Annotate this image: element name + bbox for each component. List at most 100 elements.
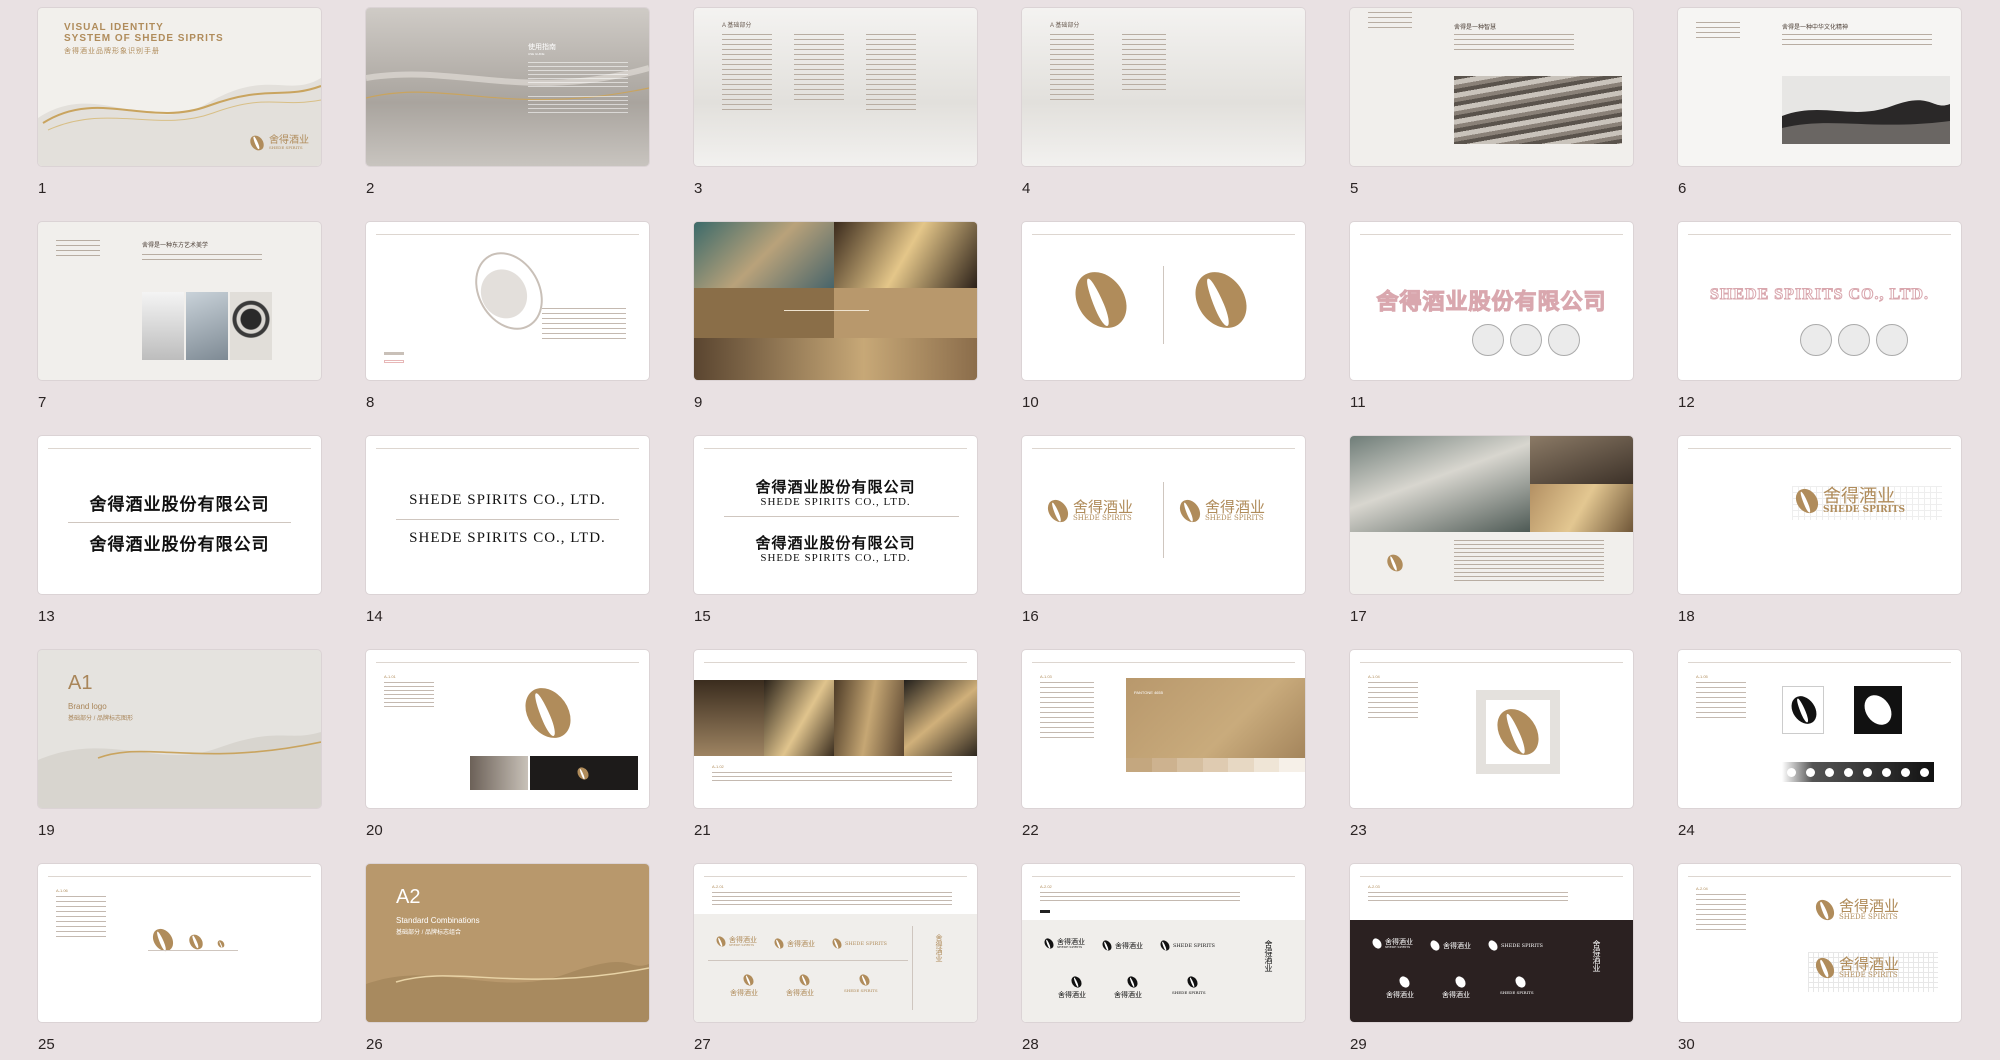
slide-thumbnail[interactable]: A-2.01 舍得酒业 SHEDE SPIRITS 舍得酒业 SHEDE SPIR… (694, 864, 977, 1053)
slide-logo-color: A-1.03 PANTONE 4655 (1022, 650, 1305, 808)
cover-title-cn: 舍得酒业品牌形象识别手册 (64, 48, 160, 55)
slide-thumbnail[interactable]: A-2.04 舍得酒业 SHEDE SPIRITS 舍得酒业 SHEDE SPIRI… (1678, 864, 1961, 1053)
slide-thumbnail[interactable]: 舍得是一种东方艺术美学 7 (38, 222, 321, 411)
slide-thumbnail[interactable]: SHEDE SPIRITS CO., LTD. SHEDE SPIRITS CO… (366, 436, 649, 625)
text-block (542, 308, 626, 340)
slide-thumbnail[interactable]: 舍得是一种中华文化精神 6 (1678, 8, 1961, 197)
slide-thumbnail[interactable]: 舍得酒业 SHEDE SPIRITS 舍得酒业 SHEDE SPIRITS 16 (1022, 436, 1305, 625)
clearspace-box (1476, 690, 1560, 774)
slide-heading: A 基础部分 (722, 23, 752, 29)
slide-cn-en-name: 舍得酒业股份有限公司 SHEDE SPIRITS CO., LTD. 舍得酒业股… (694, 436, 977, 594)
stroke-detail-icon (1472, 324, 1504, 356)
slide-contents: A 基础部分 (1022, 8, 1305, 166)
slide-thumbnail[interactable]: 17 (1350, 436, 1633, 625)
slide-number: 21 (694, 822, 711, 839)
slide-thumbnail[interactable]: A-1.05 24 (1678, 650, 1961, 839)
slide-combination-grid: A-2.04 舍得酒业 SHEDE SPIRITS 舍得酒业 SHEDE SPIRI… (1678, 864, 1961, 1022)
slide-logo-concept (366, 222, 649, 380)
slide-thumbnail[interactable]: A2 Standard Combinations 基础部分 / 品牌标志组合 2… (366, 864, 649, 1053)
slide-thumbnail[interactable]: A-2.03 舍得酒业 SHEDE SPIRITS 舍得酒业 SHEDE SPIR… (1350, 864, 1633, 1053)
bean-logo-black-icon (1786, 691, 1822, 729)
slide-section-a1: A1 Brand logo 基础部分 / 品牌标志图形 (38, 650, 321, 808)
slide-thumbnail[interactable]: 舍得是一种智慧 5 (1350, 8, 1633, 197)
brand-logo: 舍得酒业 (1428, 938, 1471, 953)
slide-thumbnail[interactable]: 10 (1022, 222, 1305, 411)
slide-thumbnail[interactable]: 舍得酒业股份有限公司 舍得酒业股份有限公司 13 (38, 436, 321, 625)
slide-number: 1 (38, 180, 47, 197)
slide-thumbnail[interactable]: 使用指南 USE GUIDE 2 (366, 8, 649, 197)
bean-logo-icon (1384, 551, 1406, 575)
slide-number: 5 (1350, 180, 1359, 197)
slide-number: 15 (694, 608, 711, 625)
brand-logo: 舍得酒业 SHEDE SPIRITS (1791, 484, 1905, 518)
text-block (1782, 34, 1932, 46)
slide-contents: A 基础部分 (694, 8, 977, 166)
slide-thumbnail[interactable]: A1 Brand logo 基础部分 / 品牌标志图形 19 (38, 650, 321, 839)
page-code: A-1.04 (1368, 674, 1380, 679)
page-code: A-1.03 (1040, 674, 1052, 679)
slide-number: 18 (1678, 608, 1695, 625)
bean-logo-icon (1184, 262, 1258, 338)
slide-number: 10 (1022, 394, 1039, 411)
slide-thumbnail[interactable]: VISUAL IDENTITY SYSTEM OF SHEDE SIPRITS … (38, 8, 321, 197)
slide-heading: A 基础部分 (1050, 23, 1080, 29)
photo-image (694, 338, 977, 380)
stroke-detail-icon (1548, 324, 1580, 356)
vertical-logo: 舍得酒业 (935, 934, 943, 962)
photo-image (1454, 76, 1622, 144)
text-block (528, 62, 628, 90)
section-title-en: Standard Combinations (396, 916, 480, 925)
photo-image (230, 292, 272, 360)
brand-logo: 舍得酒业 SHEDE SPIRITS (1042, 936, 1085, 951)
slide-number: 4 (1022, 180, 1031, 197)
brand-logo: SHEDE SPIRITS (830, 936, 887, 951)
slide-thumbnail[interactable]: A-1.03 PANTONE 4655 22 (1022, 650, 1305, 839)
page-code: A-2.02 (1040, 884, 1052, 889)
section-code: A1 (68, 672, 93, 694)
slide-thumbnail[interactable]: 舍得酒业 SHEDE SPIRITS 18 (1678, 436, 1961, 625)
slide-thumbnail[interactable]: A-1.04 23 (1350, 650, 1633, 839)
slide-heading: 舍得是一种智慧 (1454, 25, 1497, 31)
slide-combinations-color: A-2.01 舍得酒业 SHEDE SPIRITS 舍得酒业 SHEDE SPIR… (694, 864, 977, 1022)
slide-thumbnail[interactable]: A 基础部分 3 (694, 8, 977, 197)
slide-number: 11 (1350, 394, 1366, 411)
slide-number: 22 (1022, 822, 1039, 839)
slide-aesthetics: 舍得是一种东方艺术美学 (38, 222, 321, 380)
slide-number: 16 (1022, 608, 1039, 625)
slide-thumbnail[interactable]: SHEDE SPIRITS CO., LTD. 12 (1678, 222, 1961, 411)
brand-logo: SHEDE SPIRITS (1158, 938, 1215, 953)
section-title-cn: 基础部分 / 品牌标志组合 (396, 930, 462, 936)
slide-logo-lockup: 舍得酒业 SHEDE SPIRITS 舍得酒业 SHEDE SPIRITS (1022, 436, 1305, 594)
slide-thumbnail[interactable]: A-1.06 25 (38, 864, 321, 1053)
slide-thumbnail[interactable]: A-2.02 舍得酒业 SHEDE SPIRITS 舍得酒业 SHEDE SPIR… (1022, 864, 1305, 1053)
page-code: A-2.01 (712, 884, 724, 889)
cover-title-en-2: SYSTEM OF SHEDE SIPRITS (64, 33, 224, 44)
cn-company-name-outline: 舍得酒业股份有限公司 (1376, 289, 1607, 316)
bean-logo-icon (216, 939, 226, 949)
bean-logo-icon (1791, 484, 1823, 518)
slide-thumbnail[interactable]: A-1.02 21 (694, 650, 977, 839)
slide-thumbnail[interactable]: 9 (694, 222, 977, 411)
slide-thumbnail[interactable]: 舍得酒业股份有限公司 11 (1350, 222, 1633, 411)
mountain-painting-image (1782, 76, 1950, 144)
brand-logo: 舍得酒业 SHEDE SPIRITS (1370, 936, 1413, 951)
slide-number: 30 (1678, 1036, 1695, 1053)
toc-column (794, 34, 844, 104)
bean-logo-icon (1175, 496, 1205, 526)
stroke-detail-icon (1510, 324, 1542, 356)
slide-number: 9 (694, 394, 703, 411)
bean-logo-icon (1043, 496, 1073, 526)
slide-number: 12 (1678, 394, 1695, 411)
brand-logo: SHEDE SPIRITS (1486, 938, 1543, 953)
slide-thumbnail[interactable]: 8 (366, 222, 649, 411)
cn-company-name: 舍得酒业股份有限公司 (755, 534, 916, 552)
brand-logo: 舍得酒业 (1100, 938, 1143, 953)
slide-thumbnail[interactable]: 舍得酒业股份有限公司 SHEDE SPIRITS CO., LTD. 舍得酒业股… (694, 436, 977, 625)
landscape-painting-image (694, 222, 834, 288)
slide-number: 27 (694, 1036, 711, 1053)
slide-number: 23 (1350, 822, 1367, 839)
slide-thumbnail[interactable]: A-1.01 20 (366, 650, 649, 839)
slide-number: 6 (1678, 180, 1687, 197)
slide-thumbnail[interactable]: A 基础部分 4 (1022, 8, 1305, 197)
photo-image (694, 680, 764, 756)
